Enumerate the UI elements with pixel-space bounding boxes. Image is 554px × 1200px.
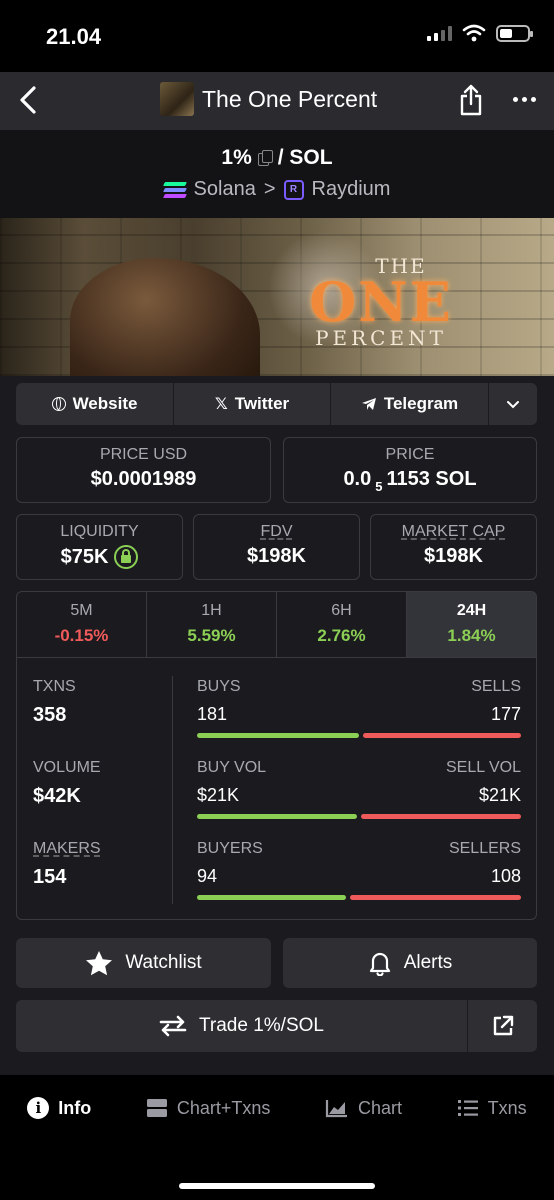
- battery-icon: [496, 24, 533, 42]
- price-usd-card: PRICE USD $0.0001989: [16, 437, 271, 503]
- buyers-sellers-bar: [197, 895, 521, 900]
- pair-name: 1% / SOL: [0, 146, 554, 170]
- market-cap-card: MARKET CAP $198K: [370, 514, 537, 580]
- info-icon: i: [27, 1097, 50, 1119]
- copy-icon[interactable]: [257, 150, 273, 166]
- trade-bar: Trade 1%/SOL: [16, 1000, 537, 1052]
- top-bar: The One Percent: [0, 72, 554, 130]
- quote-symbol: / SOL: [277, 146, 333, 169]
- chevron-down-icon: [507, 400, 519, 408]
- price-native-value: 0.0 5 1153 SOL: [343, 468, 477, 494]
- layout-split-icon: [146, 1099, 167, 1117]
- telegram-button[interactable]: Telegram: [331, 383, 489, 425]
- globe-icon: [51, 397, 66, 411]
- price-native-card: PRICE 0.0 5 1153 SOL: [283, 437, 537, 503]
- liquidity-card: LIQUIDITY $75K: [16, 514, 183, 580]
- sells-count: 177: [490, 704, 521, 724]
- raydium-icon: R: [283, 179, 304, 200]
- buys-count: 181: [197, 704, 228, 724]
- tab-chart-txns[interactable]: Chart+Txns: [146, 1097, 270, 1119]
- telegram-icon: [361, 398, 376, 410]
- lock-icon[interactable]: [114, 545, 139, 569]
- sell-volume: $21K: [478, 785, 521, 805]
- sellers-count: 108: [490, 866, 521, 886]
- breadcrumb-separator: >: [263, 178, 276, 200]
- chain-dex-breadcrumb: Solana > R Raydium: [0, 178, 554, 201]
- alerts-button[interactable]: Alerts: [283, 938, 537, 988]
- banner-logo: THE ONE PERCENT: [309, 254, 453, 350]
- twitter-button[interactable]: 𝕏 Twitter: [174, 383, 331, 425]
- more-links-button[interactable]: [489, 383, 537, 425]
- chevron-left-icon: [20, 86, 36, 114]
- solana-icon: [162, 181, 187, 198]
- token-banner: THE ONE PERCENT: [0, 218, 554, 376]
- wifi-icon: [462, 24, 486, 42]
- list-icon: [457, 1100, 478, 1116]
- buys-sells-bar: [197, 733, 521, 738]
- buys-sells-split: BUYS SELLS 181 177: [197, 678, 521, 738]
- x-logo-icon: 𝕏: [214, 396, 228, 413]
- buy-volume: $21K: [197, 785, 240, 805]
- status-bar: 21.04: [0, 0, 554, 72]
- home-indicator: [179, 1183, 375, 1189]
- open-external-button[interactable]: [467, 1000, 537, 1052]
- market-cap-value: $198K: [424, 545, 483, 567]
- back-button[interactable]: [8, 80, 48, 120]
- tab-chart[interactable]: Chart: [325, 1097, 402, 1119]
- period-tabs: 5M -0.15% 1H 5.59% 6H 2.76% 24H 1.84%: [17, 592, 536, 658]
- watchlist-button[interactable]: Watchlist: [16, 938, 271, 988]
- tab-1h[interactable]: 1H 5.59%: [147, 592, 277, 657]
- price-usd-value: $0.0001989: [90, 468, 197, 490]
- social-links-bar: Website 𝕏 Twitter Telegram: [16, 383, 537, 425]
- tab-24h[interactable]: 24H 1.84%: [407, 592, 536, 657]
- volume-split: BUY VOL SELL VOL $21K $21K: [197, 759, 521, 819]
- buyers-count: 94: [197, 866, 218, 886]
- page-title: The One Percent: [202, 85, 378, 112]
- liquidity-value: $75K: [17, 545, 182, 569]
- tab-info[interactable]: i Info: [27, 1097, 91, 1119]
- cellular-signal-icon: [427, 25, 452, 41]
- volume-metric: VOLUME $42K: [33, 759, 101, 807]
- dot-icon: [521, 96, 527, 102]
- dot-icon: [530, 96, 536, 102]
- swap-arrows-icon: [159, 1015, 187, 1037]
- external-link-icon: [493, 1015, 513, 1036]
- fdv-card: FDV $198K: [193, 514, 360, 580]
- trading-stats-panel: 5M -0.15% 1H 5.59% 6H 2.76% 24H 1.84% TX…: [16, 591, 537, 920]
- buyers-sellers-split: BUYERS SELLERS 94 108: [197, 840, 521, 900]
- base-symbol: 1%: [221, 146, 252, 169]
- txns-metric: TXNS 358: [33, 678, 76, 726]
- more-options-button[interactable]: [506, 84, 542, 114]
- tab-txns[interactable]: Txns: [457, 1097, 527, 1119]
- divider: [172, 676, 173, 904]
- status-time: 21.04: [46, 24, 102, 49]
- share-button[interactable]: [454, 80, 488, 120]
- tab-6h[interactable]: 6H 2.76%: [277, 592, 407, 657]
- tab-5m[interactable]: 5M -0.15%: [17, 592, 147, 657]
- area-chart-icon: [325, 1100, 348, 1118]
- title-group: The One Percent: [160, 82, 377, 116]
- volume-bar: [197, 814, 521, 819]
- makers-metric: MAKERS 154: [33, 840, 101, 888]
- token-avatar: [160, 82, 194, 116]
- dex-name[interactable]: Raydium: [312, 178, 391, 201]
- share-icon: [460, 84, 482, 116]
- trade-button[interactable]: Trade 1%/SOL: [16, 1000, 467, 1052]
- chain-name[interactable]: Solana: [194, 178, 256, 201]
- fdv-value: $198K: [247, 545, 306, 567]
- website-button[interactable]: Website: [16, 383, 174, 425]
- bottom-navigation: i Info Chart+Txns Chart Txns: [0, 1075, 554, 1200]
- status-icons: [427, 24, 533, 42]
- bell-icon: [369, 952, 390, 976]
- pair-header: 1% / SOL Solana > R Raydium: [0, 130, 554, 218]
- dot-icon: [512, 96, 518, 102]
- star-icon: [86, 951, 113, 976]
